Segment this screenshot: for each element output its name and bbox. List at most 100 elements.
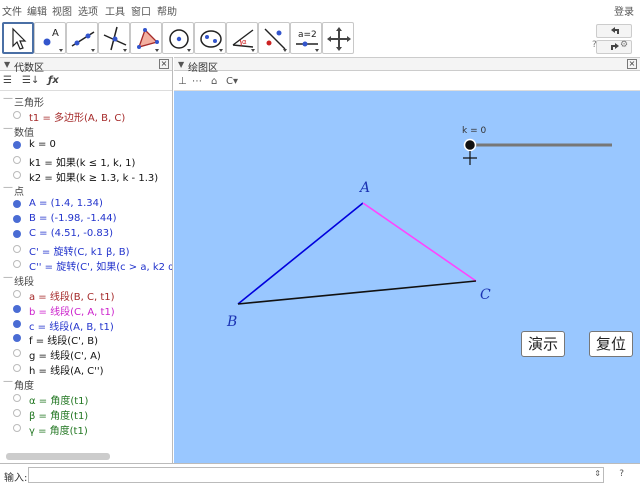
- auxiliary-objects-icon[interactable]: ☰: [3, 75, 12, 86]
- visibility-toggle-icon[interactable]: [13, 349, 21, 358]
- category-label: 线段: [14, 276, 34, 288]
- algebra-object-row[interactable]: b = 线段(C, A, t1): [0, 302, 172, 318]
- visibility-toggle-icon[interactable]: [13, 408, 21, 417]
- graphics-title: 绘图区: [188, 63, 218, 74]
- algebra-header: ▼ 代数区 ×: [0, 57, 172, 74]
- visibility-toggle-icon[interactable]: [13, 140, 21, 149]
- visibility-toggle-icon[interactable]: [13, 394, 21, 402]
- algebra-object-row[interactable]: h = 线段(A, C''): [0, 361, 172, 377]
- algebra-object-row[interactable]: f = 线段(C', B): [0, 331, 172, 347]
- visibility-toggle-icon[interactable]: [13, 245, 21, 253]
- algebra-object-row[interactable]: β = 角度(t1): [0, 406, 172, 422]
- slider-handle[interactable]: [463, 138, 477, 152]
- description-mode-icon[interactable]: ƒx: [48, 75, 59, 86]
- category-header[interactable]: — 数值: [0, 123, 172, 139]
- category-header[interactable]: — 点: [0, 182, 172, 199]
- category-header[interactable]: — 角度: [0, 376, 172, 392]
- algebra-close-button[interactable]: ×: [159, 59, 169, 69]
- drawing-canvas[interactable]: k = 0 A B C 演示 复位: [174, 91, 640, 463]
- visibility-toggle-icon[interactable]: [13, 170, 21, 179]
- category-header[interactable]: — 三角形: [0, 93, 172, 109]
- perpendicular-tool-button[interactable]: [98, 22, 130, 54]
- segment-c[interactable]: [237, 202, 364, 305]
- collapse-toggle-icon[interactable]: —: [3, 376, 13, 387]
- algebra-object-row[interactable]: B = (-1.98, -1.44): [0, 212, 172, 227]
- input-help-icon[interactable]: ?: [619, 469, 624, 479]
- algebra-object-row[interactable]: γ = 角度(t1): [0, 421, 172, 437]
- collapse-toggle-icon[interactable]: —: [3, 272, 13, 283]
- algebra-object-row[interactable]: g = 线段(C', A): [0, 346, 172, 362]
- algebra-object-row[interactable]: k = 0: [0, 138, 172, 153]
- algebra-object-row[interactable]: C = (4.51, -0.83): [0, 227, 172, 242]
- menu-view[interactable]: 视图: [52, 3, 72, 18]
- collapse-toggle-icon[interactable]: —: [3, 93, 13, 104]
- construction-drawing[interactable]: k = 0 A B C: [174, 91, 640, 463]
- login-link[interactable]: 登录: [614, 3, 634, 18]
- home-view-icon[interactable]: ⌂: [211, 76, 217, 87]
- polygon-tool-button[interactable]: [130, 22, 162, 54]
- input-history-icon[interactable]: ⇕: [594, 469, 601, 478]
- undo-button[interactable]: [596, 24, 632, 38]
- ellipse-tool-button[interactable]: [194, 22, 226, 54]
- visibility-toggle-icon[interactable]: [13, 215, 21, 224]
- menu-edit[interactable]: 编辑: [27, 3, 47, 18]
- visibility-toggle-icon[interactable]: [13, 200, 21, 209]
- algebra-object-row[interactable]: t1 = 多边形(A, B, C): [0, 108, 172, 124]
- view-options-dropdown[interactable]: C▾: [226, 76, 238, 87]
- segment-f[interactable]: [237, 280, 477, 305]
- angle-tool-button[interactable]: α: [226, 22, 258, 54]
- move-tool-button[interactable]: [2, 22, 34, 54]
- settings-gear-icon[interactable]: ⚙: [620, 40, 628, 50]
- category-label: 点: [14, 187, 24, 199]
- circle-tool-button[interactable]: [162, 22, 194, 54]
- algebra-object-row[interactable]: k1 = 如果(k ≤ 1, k, 1): [0, 153, 172, 169]
- ellipse-icon: [200, 30, 223, 52]
- visibility-toggle-icon[interactable]: [13, 423, 21, 432]
- visibility-toggle-icon[interactable]: [13, 304, 21, 313]
- visibility-toggle-icon[interactable]: [13, 364, 21, 373]
- line-icon: [71, 31, 95, 52]
- category-header[interactable]: — 线段: [0, 272, 172, 288]
- sort-by-icon[interactable]: ☰↓: [22, 75, 39, 86]
- command-input[interactable]: ⇕: [28, 467, 604, 483]
- algebra-object-row[interactable]: C'' = 旋转(C', 如果(c > a, k2 α,: [0, 257, 172, 273]
- collapse-toggle-icon[interactable]: —: [3, 182, 13, 193]
- reflect-tool-button[interactable]: [258, 22, 290, 54]
- toggle-grid-icon[interactable]: ⋯: [192, 76, 202, 87]
- slider-tool-button[interactable]: a=2: [290, 22, 322, 54]
- visibility-toggle-icon[interactable]: [13, 155, 21, 164]
- visibility-toggle-icon[interactable]: [13, 319, 21, 328]
- algebra-object-row[interactable]: k2 = 如果(k ≥ 1.3, k - 1.3): [0, 168, 172, 184]
- algebra-object-row[interactable]: A = (1.4, 1.34): [0, 197, 172, 212]
- algebra-object-row[interactable]: a = 线段(B, C, t1): [0, 287, 172, 303]
- segment-b[interactable]: [362, 202, 477, 282]
- help-icon[interactable]: ?: [592, 40, 597, 50]
- visibility-toggle-icon[interactable]: [13, 110, 21, 119]
- menu-file[interactable]: 文件: [2, 3, 22, 18]
- menu-window[interactable]: 窗口: [131, 3, 151, 18]
- graphics-close-button[interactable]: ×: [627, 59, 637, 69]
- algebra-object-row[interactable]: C' = 旋转(C, k1 β, B): [0, 242, 172, 258]
- menu-help[interactable]: 帮助: [157, 3, 177, 18]
- visibility-toggle-icon[interactable]: [13, 230, 21, 239]
- point-tool-button[interactable]: A: [34, 22, 66, 54]
- visibility-toggle-icon[interactable]: [13, 289, 21, 298]
- algebra-tree: — 三角形 t1 = 多边形(A, B, C) — 数值 k = 0 k1 = 如果(k ≤…: [0, 93, 172, 445]
- algebra-object-row[interactable]: α = 角度(t1): [0, 391, 172, 407]
- algebra-horizontal-scrollbar[interactable]: [6, 453, 110, 460]
- visibility-toggle-icon[interactable]: [13, 259, 21, 268]
- toggle-axes-icon[interactable]: ⊥: [178, 76, 187, 87]
- reset-button[interactable]: 复位: [589, 331, 634, 357]
- move-view-tool-button[interactable]: [322, 22, 354, 54]
- algebra-object-row[interactable]: c = 线段(A, B, t1): [0, 317, 172, 333]
- visibility-toggle-icon[interactable]: [13, 334, 21, 343]
- line-tool-button[interactable]: [66, 22, 98, 54]
- collapse-triangle-icon[interactable]: ▼: [4, 60, 10, 69]
- collapse-triangle-icon[interactable]: ▼: [178, 60, 184, 69]
- menu-tools[interactable]: 工具: [105, 3, 125, 18]
- demo-button[interactable]: 演示: [521, 331, 566, 357]
- object-definition: k2 = 如果(k ≥ 1.3, k - 1.3): [29, 172, 159, 184]
- collapse-toggle-icon[interactable]: —: [3, 123, 13, 134]
- object-definition: α = 角度(t1): [29, 396, 89, 407]
- menu-options[interactable]: 选项: [78, 3, 98, 18]
